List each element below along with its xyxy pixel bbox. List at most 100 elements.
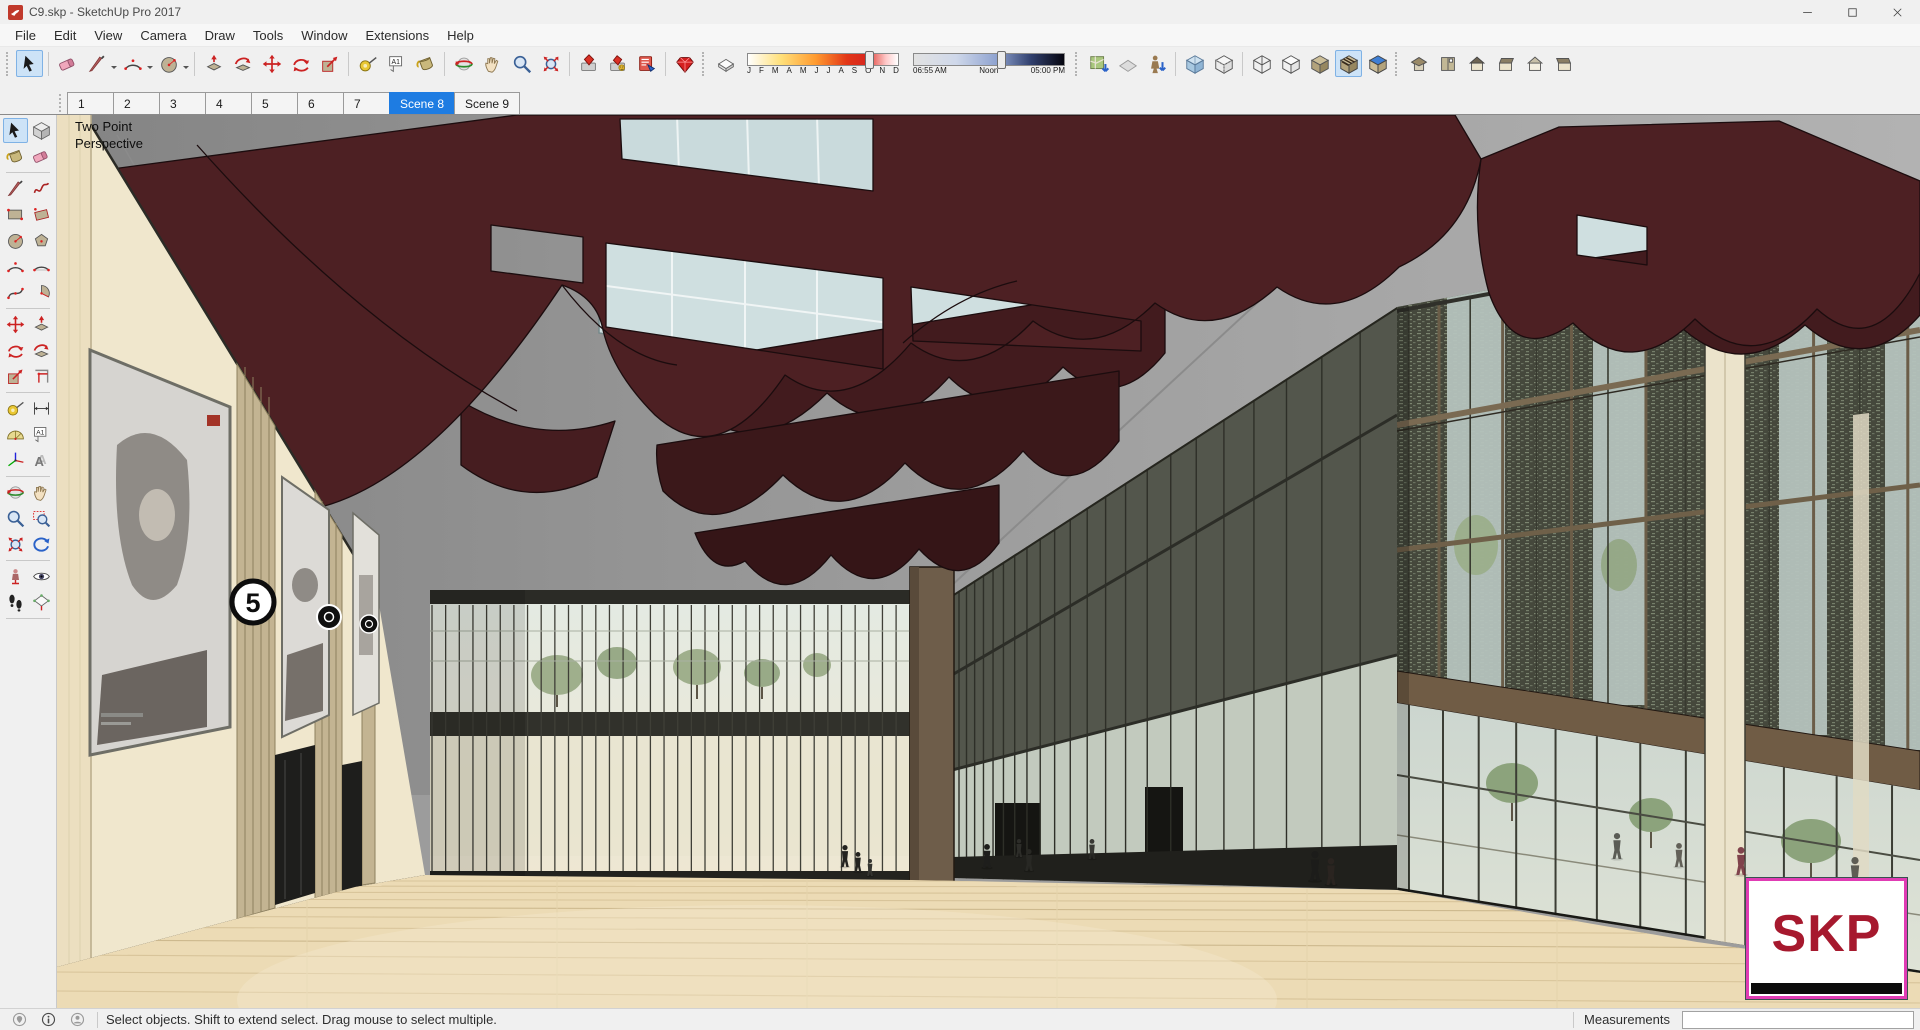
tool-3d-text-button[interactable]: AA: [29, 448, 54, 473]
paint-bucket-button[interactable]: [412, 50, 439, 77]
move-button[interactable]: [258, 50, 285, 77]
tool-eraser-button[interactable]: [29, 144, 54, 169]
tape-measure-button[interactable]: [354, 50, 381, 77]
x-ray-button[interactable]: [1181, 50, 1208, 77]
view-back-button[interactable]: [1521, 50, 1548, 77]
tool-tape-measure-button[interactable]: [3, 396, 28, 421]
view-right-button[interactable]: [1492, 50, 1519, 77]
tool-orbit-button[interactable]: [3, 480, 28, 505]
view-front-button[interactable]: [1463, 50, 1490, 77]
view-iso-button[interactable]: [1405, 50, 1432, 77]
menu-window[interactable]: Window: [292, 26, 356, 45]
toggle-terrain-button[interactable]: [1114, 50, 1141, 77]
menu-view[interactable]: View: [85, 26, 131, 45]
toolbar-grip[interactable]: [1395, 51, 1399, 76]
pan-button[interactable]: [479, 50, 506, 77]
tool-polygon-button[interactable]: [29, 228, 54, 253]
ruby-red-button[interactable]: [575, 50, 602, 77]
tool-follow-me-button[interactable]: [29, 338, 54, 363]
tool-walk-button[interactable]: [3, 590, 28, 615]
orbit-button[interactable]: [450, 50, 477, 77]
arc-button[interactable]: [119, 50, 146, 77]
scene-tab-1[interactable]: 1: [67, 92, 114, 114]
menu-tools[interactable]: Tools: [244, 26, 292, 45]
scale-button[interactable]: [316, 50, 343, 77]
follow-me-button[interactable]: [229, 50, 256, 77]
add-location-button[interactable]: [1085, 50, 1112, 77]
toolbar-grip[interactable]: [6, 51, 10, 76]
shadow-settings-button[interactable]: [712, 50, 739, 77]
select-button[interactable]: [16, 50, 43, 77]
line-button[interactable]: [83, 50, 110, 77]
tool-make-component-button[interactable]: [29, 118, 54, 143]
wireframe-button[interactable]: [1248, 50, 1275, 77]
tool-dimension-button[interactable]: [29, 396, 54, 421]
shaded-button[interactable]: [1306, 50, 1333, 77]
tool-select-button[interactable]: [2, 118, 28, 143]
close-button[interactable]: [1875, 0, 1920, 24]
tool-paint-bucket-button[interactable]: [3, 144, 28, 169]
dropdown-arrow-icon[interactable]: [147, 65, 153, 72]
scene-tab-3[interactable]: 3: [159, 92, 206, 114]
tool-zoom-extents-button[interactable]: [3, 532, 28, 557]
scene-tab-4[interactable]: 4: [205, 92, 252, 114]
scene-tab-7[interactable]: 7: [343, 92, 390, 114]
view-top-button[interactable]: [1434, 50, 1461, 77]
tool-rectangle-button[interactable]: [3, 202, 28, 227]
tool-position-camera-button[interactable]: [3, 564, 28, 589]
menu-camera[interactable]: Camera: [131, 26, 195, 45]
tool-pan-button[interactable]: [29, 480, 54, 505]
tool-freehand-button[interactable]: [29, 176, 54, 201]
scene-tab-scene-9[interactable]: Scene 9: [454, 92, 521, 114]
menu-file[interactable]: File: [6, 26, 45, 45]
maximize-button[interactable]: [1830, 0, 1875, 24]
hidden-line-button[interactable]: [1277, 50, 1304, 77]
tool-text-button[interactable]: A1: [29, 422, 54, 447]
shadow-date-slider[interactable]: JFMAMJJASOND: [747, 50, 899, 75]
tool-pie-button[interactable]: [29, 280, 54, 305]
viewport-canvas[interactable]: 5 Two Point Perspective SKP: [57, 115, 1920, 1008]
menu-draw[interactable]: Draw: [196, 26, 244, 45]
rotate-button[interactable]: [287, 50, 314, 77]
measurements-input[interactable]: [1682, 1010, 1914, 1029]
circle-button[interactable]: [155, 50, 182, 77]
shadow-time-slider[interactable]: 06:55 AM Noon 05:00 PM: [913, 50, 1065, 75]
monochrome-button[interactable]: [1364, 50, 1391, 77]
menu-help[interactable]: Help: [438, 26, 483, 45]
back-edges-button[interactable]: [1210, 50, 1237, 77]
ruby-blue-button[interactable]: [633, 50, 660, 77]
dropdown-arrow-icon[interactable]: [111, 65, 117, 72]
tool-two-point-arc-button[interactable]: [29, 254, 54, 279]
scene-tab-2[interactable]: 2: [113, 92, 160, 114]
tool-scale-button[interactable]: [3, 364, 28, 389]
scene-tab-6[interactable]: 6: [297, 92, 344, 114]
toolbar-grip[interactable]: [1075, 51, 1079, 76]
menu-edit[interactable]: Edit: [45, 26, 85, 45]
tool-previous-view-button[interactable]: [29, 532, 54, 557]
tool-circle-button[interactable]: [3, 228, 28, 253]
tool-arc-button[interactable]: [3, 254, 28, 279]
view-left-button[interactable]: [1550, 50, 1577, 77]
tool-protractor-button[interactable]: [3, 422, 28, 447]
tool-rotated-rectangle-button[interactable]: [29, 202, 54, 227]
tool-section-plane-button[interactable]: [29, 590, 54, 615]
eraser-button[interactable]: [54, 50, 81, 77]
tool-zoom-button[interactable]: [3, 506, 28, 531]
zoom-button[interactable]: [508, 50, 535, 77]
push-pull-button[interactable]: [200, 50, 227, 77]
tool-rotate-button[interactable]: [3, 338, 28, 363]
tool-offset-button[interactable]: [29, 364, 54, 389]
tool-zoom-window-button[interactable]: [29, 506, 54, 531]
tool-line-button[interactable]: [3, 176, 28, 201]
tabs-grip[interactable]: [59, 94, 63, 112]
text-button[interactable]: A1: [383, 50, 410, 77]
tool-move-button[interactable]: [3, 312, 28, 337]
tool-axes-button[interactable]: [3, 448, 28, 473]
scene-tab-5[interactable]: 5: [251, 92, 298, 114]
status-info-button[interactable]: [38, 1010, 58, 1030]
tool-look-around-button[interactable]: [29, 564, 54, 589]
toolbar-grip[interactable]: [702, 51, 706, 76]
minimize-button[interactable]: [1785, 0, 1830, 24]
menu-extensions[interactable]: Extensions: [357, 26, 439, 45]
scene-tab-scene-8[interactable]: Scene 8: [389, 92, 456, 114]
